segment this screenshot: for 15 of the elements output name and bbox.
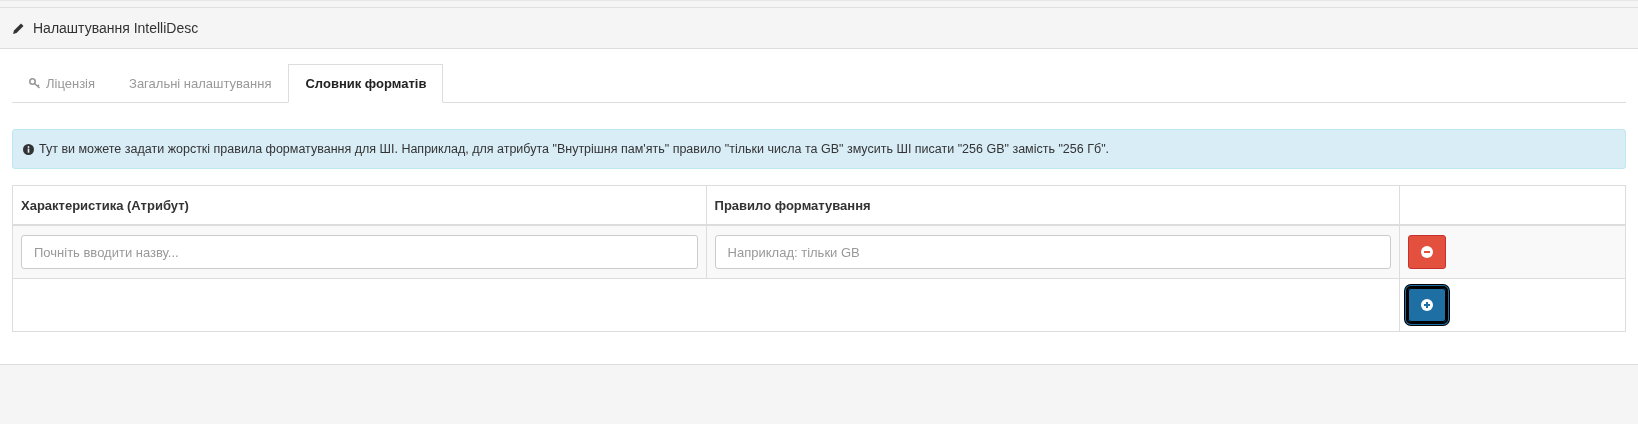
key-icon	[29, 78, 41, 89]
column-header: Характеристика (Атрибут)	[21, 197, 189, 213]
tab[interactable]: Словник форматів	[288, 64, 444, 103]
remove-button[interactable]	[1408, 235, 1447, 269]
tab[interactable]: Ліцензія	[12, 64, 113, 103]
info-icon	[23, 143, 34, 155]
rule-input[interactable]: Наприклад: тільки GB	[714, 235, 1392, 269]
alert-text: Тут ви можете задати жорсткі правила форматування для ШІ. Наприклад, для атрибута "Внутрішня пам'ять" правило "тільки числа та GB" змусить ШІ писати "256 GB" замість "256 Гб".	[39, 142, 1110, 156]
column-header: Правило форматування	[714, 197, 871, 213]
attribute-input[interactable]: Почніть вводити назву...	[21, 235, 698, 269]
plus-circle-icon	[1421, 299, 1434, 311]
pencil-icon	[12, 21, 25, 35]
tab[interactable]: Загальні налаштування	[112, 64, 289, 103]
minus-circle-icon	[1421, 246, 1434, 258]
panel-title: Налаштування IntelliDesc	[33, 20, 199, 36]
